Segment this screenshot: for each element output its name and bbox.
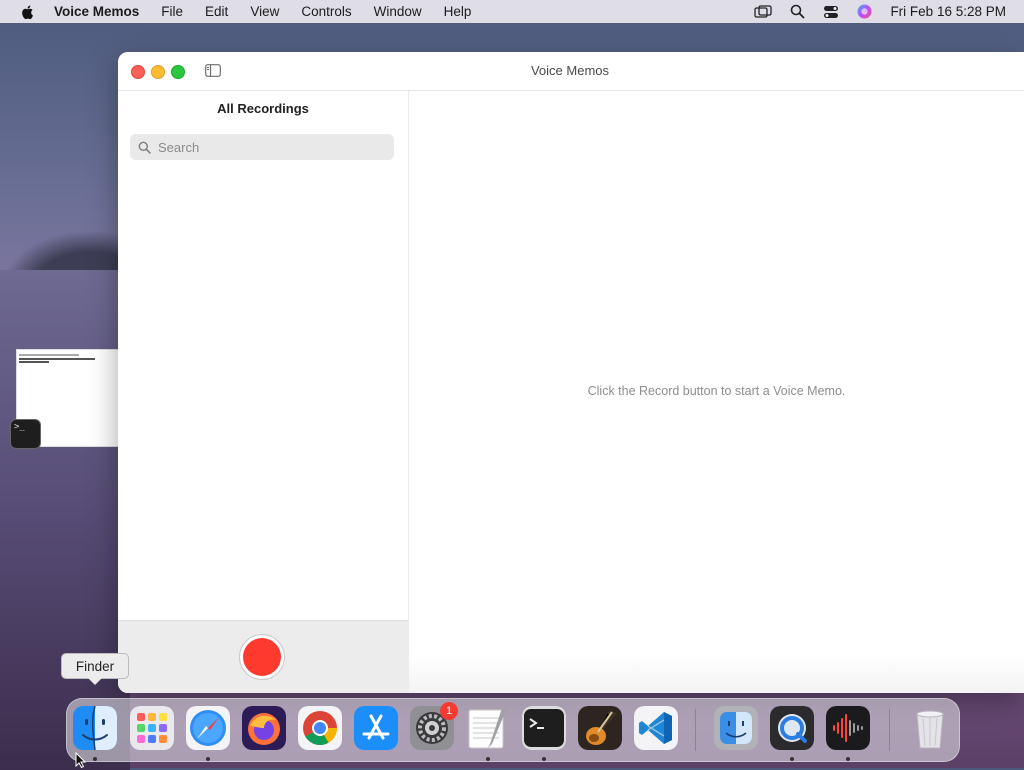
apple-icon[interactable] xyxy=(20,4,36,20)
voice-memos-window: Voice Memos All Recordings Click the Rec… xyxy=(118,52,1024,693)
finder-icon[interactable] xyxy=(714,706,758,750)
tooltip-arrow xyxy=(88,678,102,685)
screen-mirroring-icon[interactable] xyxy=(754,4,773,19)
empty-state-message: Click the Record button to start a Voice… xyxy=(587,384,846,398)
window-title: Voice Memos xyxy=(530,63,610,78)
sidebar-toggle-icon[interactable] xyxy=(205,64,221,77)
record-button[interactable] xyxy=(239,634,285,680)
dock-separator xyxy=(695,709,696,751)
menu-window[interactable]: Window xyxy=(374,4,422,19)
voice-memos-icon[interactable] xyxy=(826,706,870,750)
running-indicator xyxy=(790,757,794,761)
chrome-icon[interactable] xyxy=(298,706,342,750)
window-titlebar[interactable]: Voice Memos xyxy=(118,52,1024,91)
menu-edit[interactable]: Edit xyxy=(205,4,228,19)
quicktime-icon[interactable] xyxy=(770,706,814,750)
search-input[interactable] xyxy=(156,138,380,156)
terminal-icon[interactable] xyxy=(522,706,566,750)
menu-file[interactable]: File xyxy=(161,4,183,19)
launchpad-icon[interactable] xyxy=(130,706,174,750)
garageband-icon[interactable] xyxy=(578,706,622,750)
safari-icon[interactable] xyxy=(186,706,230,750)
sidebar-title: All Recordings xyxy=(217,101,309,116)
app-store-icon[interactable] xyxy=(354,706,398,750)
textedit-icon[interactable] xyxy=(466,706,510,750)
menu-bar: Voice Memos File Edit View Controls Wind… xyxy=(0,0,1024,23)
record-bar xyxy=(118,620,408,693)
control-center-icon[interactable] xyxy=(823,5,839,19)
menu-controls[interactable]: Controls xyxy=(301,4,351,19)
dock-separator xyxy=(889,709,890,751)
trash-icon[interactable] xyxy=(908,706,952,750)
finder-icon[interactable] xyxy=(73,706,117,750)
desktop-sea xyxy=(0,270,130,770)
siri-icon[interactable] xyxy=(857,4,872,19)
dock-tooltip: Finder xyxy=(61,653,129,679)
running-indicator xyxy=(486,757,490,761)
notification-badge: 1 xyxy=(440,702,458,720)
close-button[interactable] xyxy=(131,65,145,79)
search-field[interactable] xyxy=(130,134,394,160)
firefox-icon[interactable] xyxy=(242,706,286,750)
running-indicator xyxy=(542,757,546,761)
mouse-cursor-icon xyxy=(75,752,87,768)
spotlight-search-icon[interactable] xyxy=(790,4,805,19)
dock: 1 xyxy=(66,698,960,762)
menu-view[interactable]: View xyxy=(250,4,279,19)
zoom-button[interactable] xyxy=(171,65,185,79)
record-dot-icon xyxy=(243,638,281,676)
search-icon xyxy=(138,141,151,154)
detail-pane: Click the Record button to start a Voice… xyxy=(409,91,1024,693)
vscode-icon[interactable] xyxy=(634,706,678,750)
running-indicator xyxy=(206,757,210,761)
minimize-button[interactable] xyxy=(151,65,165,79)
menubar-clock[interactable]: Fri Feb 16 5:28 PM xyxy=(890,4,1006,19)
running-indicator xyxy=(93,757,97,761)
menu-app-name[interactable]: Voice Memos xyxy=(54,4,139,19)
terminal-window-icon[interactable]: >_ xyxy=(10,419,41,449)
running-indicator xyxy=(846,757,850,761)
recordings-sidebar: All Recordings xyxy=(118,91,409,693)
detail-bottom-shade xyxy=(409,653,1024,693)
menu-help[interactable]: Help xyxy=(444,4,472,19)
